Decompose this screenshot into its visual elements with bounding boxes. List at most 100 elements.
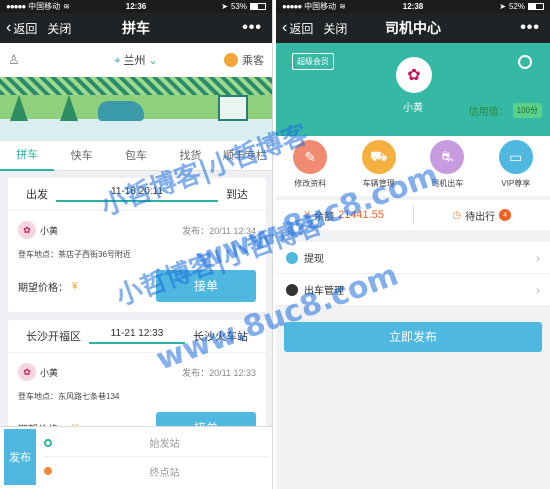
trip-manage-label: 出车管理 <box>304 286 344 297</box>
back-button[interactable]: ‹ 返回 <box>0 20 37 37</box>
trip-manage-icon <box>286 283 298 296</box>
settings-gear-icon[interactable] <box>518 55 532 69</box>
tab-carpool[interactable]: 拼车 <box>0 141 55 171</box>
vip-card-icon: ▭ <box>498 140 533 174</box>
car-icon: ⛟ <box>361 140 396 174</box>
house-illustration <box>218 95 248 121</box>
avatar[interactable]: ✿ <box>396 57 432 93</box>
withdraw-label: 提现 <box>304 254 324 265</box>
trip-card[interactable]: 出发 11-16 20:11 到达 ✿ 小黄 发布：20/11 12:34 登车… <box>8 178 266 312</box>
vip-button[interactable]: ▭ VIP尊享 <box>482 140 550 189</box>
credit-label: 信用值： <box>468 107 509 118</box>
steering-car-icon: ⛐ <box>430 140 465 174</box>
user-name: 小黄 <box>40 225 59 236</box>
tab-shunfeng[interactable]: 顺丰专栏 <box>218 142 272 170</box>
pending-trips-button[interactable]: ◷ 待出行 4 <box>414 208 550 223</box>
banner-stripe <box>0 77 272 95</box>
quick-actions: ✎ 修改资料 ⛟ 车辆管理 ⛐ 司机出车 ▭ VIP尊享 <box>276 136 550 196</box>
chevron-right-icon: › <box>536 282 540 297</box>
price-value: ¥ <box>72 280 78 292</box>
price-row: 期望价格： ¥ 接单 <box>8 266 266 312</box>
origin-label: 出发 <box>26 189 48 201</box>
publish-panel: 发布 始发站 终点站 <box>0 426 272 489</box>
right-screen: ●●●●● 中国移动 ≋ 12:38 ➤ 52% ‹ 返回 关闭 司机中心 •••… <box>276 0 550 489</box>
route-row: 出发 11-16 20:11 到达 <box>8 178 266 206</box>
trip-manage-item[interactable]: 出车管理 › <box>276 274 550 306</box>
city-bar: ♙ ⌖ 兰州 ⌄ 乘客 <box>0 43 272 77</box>
vehicle-manage-button[interactable]: ⛟ 车辆管理 <box>345 140 414 189</box>
banner-image <box>0 77 272 141</box>
edit-profile-label: 修改资料 <box>294 179 327 188</box>
passenger-icon <box>224 53 238 67</box>
origin-label: 长沙开福区 <box>26 331 81 343</box>
credit-value: 100分 <box>512 103 542 118</box>
start-station-field[interactable]: 始发站 <box>44 429 269 457</box>
car-illustration <box>98 101 144 121</box>
chevron-left-icon: ‹ <box>282 19 288 36</box>
end-station-field[interactable]: 终点站 <box>44 457 269 485</box>
role-switch[interactable]: 乘客 <box>224 52 264 68</box>
accept-order-button[interactable]: 接单 <box>156 270 256 302</box>
balance-button[interactable]: ¥ 余额 21441.55 <box>276 208 413 223</box>
battery-icon <box>250 3 266 10</box>
driver-go-button[interactable]: ⛐ 司机出车 <box>413 140 482 189</box>
publish-time: 发布：20/11 12:34 <box>182 225 256 236</box>
start-station-placeholder: 始发站 <box>149 439 180 450</box>
banner-road <box>0 119 272 141</box>
credit-score: 信用值： 100分 <box>469 103 542 118</box>
balance-label: 余额 <box>314 211 335 223</box>
tab-express[interactable]: 快车 <box>54 142 108 170</box>
person-icon[interactable]: ♙ <box>8 52 20 68</box>
status-time: 12:36 <box>125 2 147 11</box>
trip-time: 11-21 12:33 <box>81 328 193 344</box>
status-time: 12:38 <box>402 2 424 11</box>
vip-label: VIP尊享 <box>501 179 531 188</box>
trip-card[interactable]: 长沙开福区 11-21 12:33 长沙火车站 ✿ 小黄 发布：20/11 12… <box>8 320 266 444</box>
wallet-icon: ¥ <box>304 209 311 221</box>
publish-button[interactable]: 发布 <box>4 429 36 485</box>
page-title: 拼车 <box>122 20 150 36</box>
role-label: 乘客 <box>242 55 264 67</box>
location-pin-icon: ⌖ <box>114 55 121 67</box>
price-label: 期望价格： <box>18 282 68 294</box>
user-name: 小黄 <box>40 367 59 378</box>
back-label: 返回 <box>13 21 38 36</box>
publish-now-button[interactable]: 立即发布 <box>284 322 542 352</box>
tab-freight[interactable]: 找货 <box>163 142 217 170</box>
avatar: ✿ <box>18 221 36 239</box>
user-row: ✿ 小黄 发布：20/11 12:33 <box>8 352 266 385</box>
destination-label: 长沙火车站 <box>193 331 248 343</box>
back-button[interactable]: ‹ 返回 <box>276 20 313 37</box>
more-menu-button[interactable]: ••• <box>520 19 540 37</box>
publish-time: 发布：20/11 12:33 <box>182 367 256 378</box>
close-button[interactable]: 关闭 <box>323 20 347 37</box>
pickup-location: 登车地点：东风路七条巷134 <box>18 392 120 401</box>
withdraw-item[interactable]: 提现 › <box>276 242 550 274</box>
balance-row: ¥ 余额 21441.55 ◷ 待出行 4 <box>276 200 550 230</box>
end-station-placeholder: 终点站 <box>149 467 180 479</box>
tree-icon <box>10 95 28 121</box>
page-title: 司机中心 <box>385 20 441 36</box>
nav-bar: ‹ 返回 关闭 司机中心 ••• <box>276 13 550 43</box>
tree-icon <box>60 95 78 121</box>
trip-time: 11-16 20:11 <box>48 186 226 202</box>
city-name: 兰州 <box>123 55 146 67</box>
profile-header: 超级会员 ✿ 小黄 信用值： 100分 <box>276 43 550 136</box>
vip-badge[interactable]: 超级会员 <box>292 53 334 70</box>
balance-value: 21441.55 <box>338 209 384 221</box>
clock-icon: ◷ <box>452 209 462 221</box>
close-button[interactable]: 关闭 <box>47 20 71 37</box>
edit-profile-icon: ✎ <box>293 140 328 174</box>
battery-icon <box>528 3 544 10</box>
left-screen: ●●●●● 中国移动 ≋ 12:36 ➤ 53% ‹ 返回 关闭 拼车 ••• ♙… <box>0 0 273 489</box>
vehicle-manage-label: 车辆管理 <box>362 179 395 188</box>
destination-label: 到达 <box>226 189 248 201</box>
more-menu-button[interactable]: ••• <box>242 19 262 37</box>
category-tabs: 拼车 快车 包车 找货 顺丰专栏 <box>0 141 272 171</box>
edit-profile-button[interactable]: ✎ 修改资料 <box>276 140 345 189</box>
pending-count-badge: 4 <box>499 209 512 221</box>
status-bar: ●●●●● 中国移动 ≋ 12:38 ➤ 52% <box>276 0 550 13</box>
tab-charter[interactable]: 包车 <box>109 142 163 170</box>
route-row: 长沙开福区 11-21 12:33 长沙火车站 <box>8 320 266 348</box>
